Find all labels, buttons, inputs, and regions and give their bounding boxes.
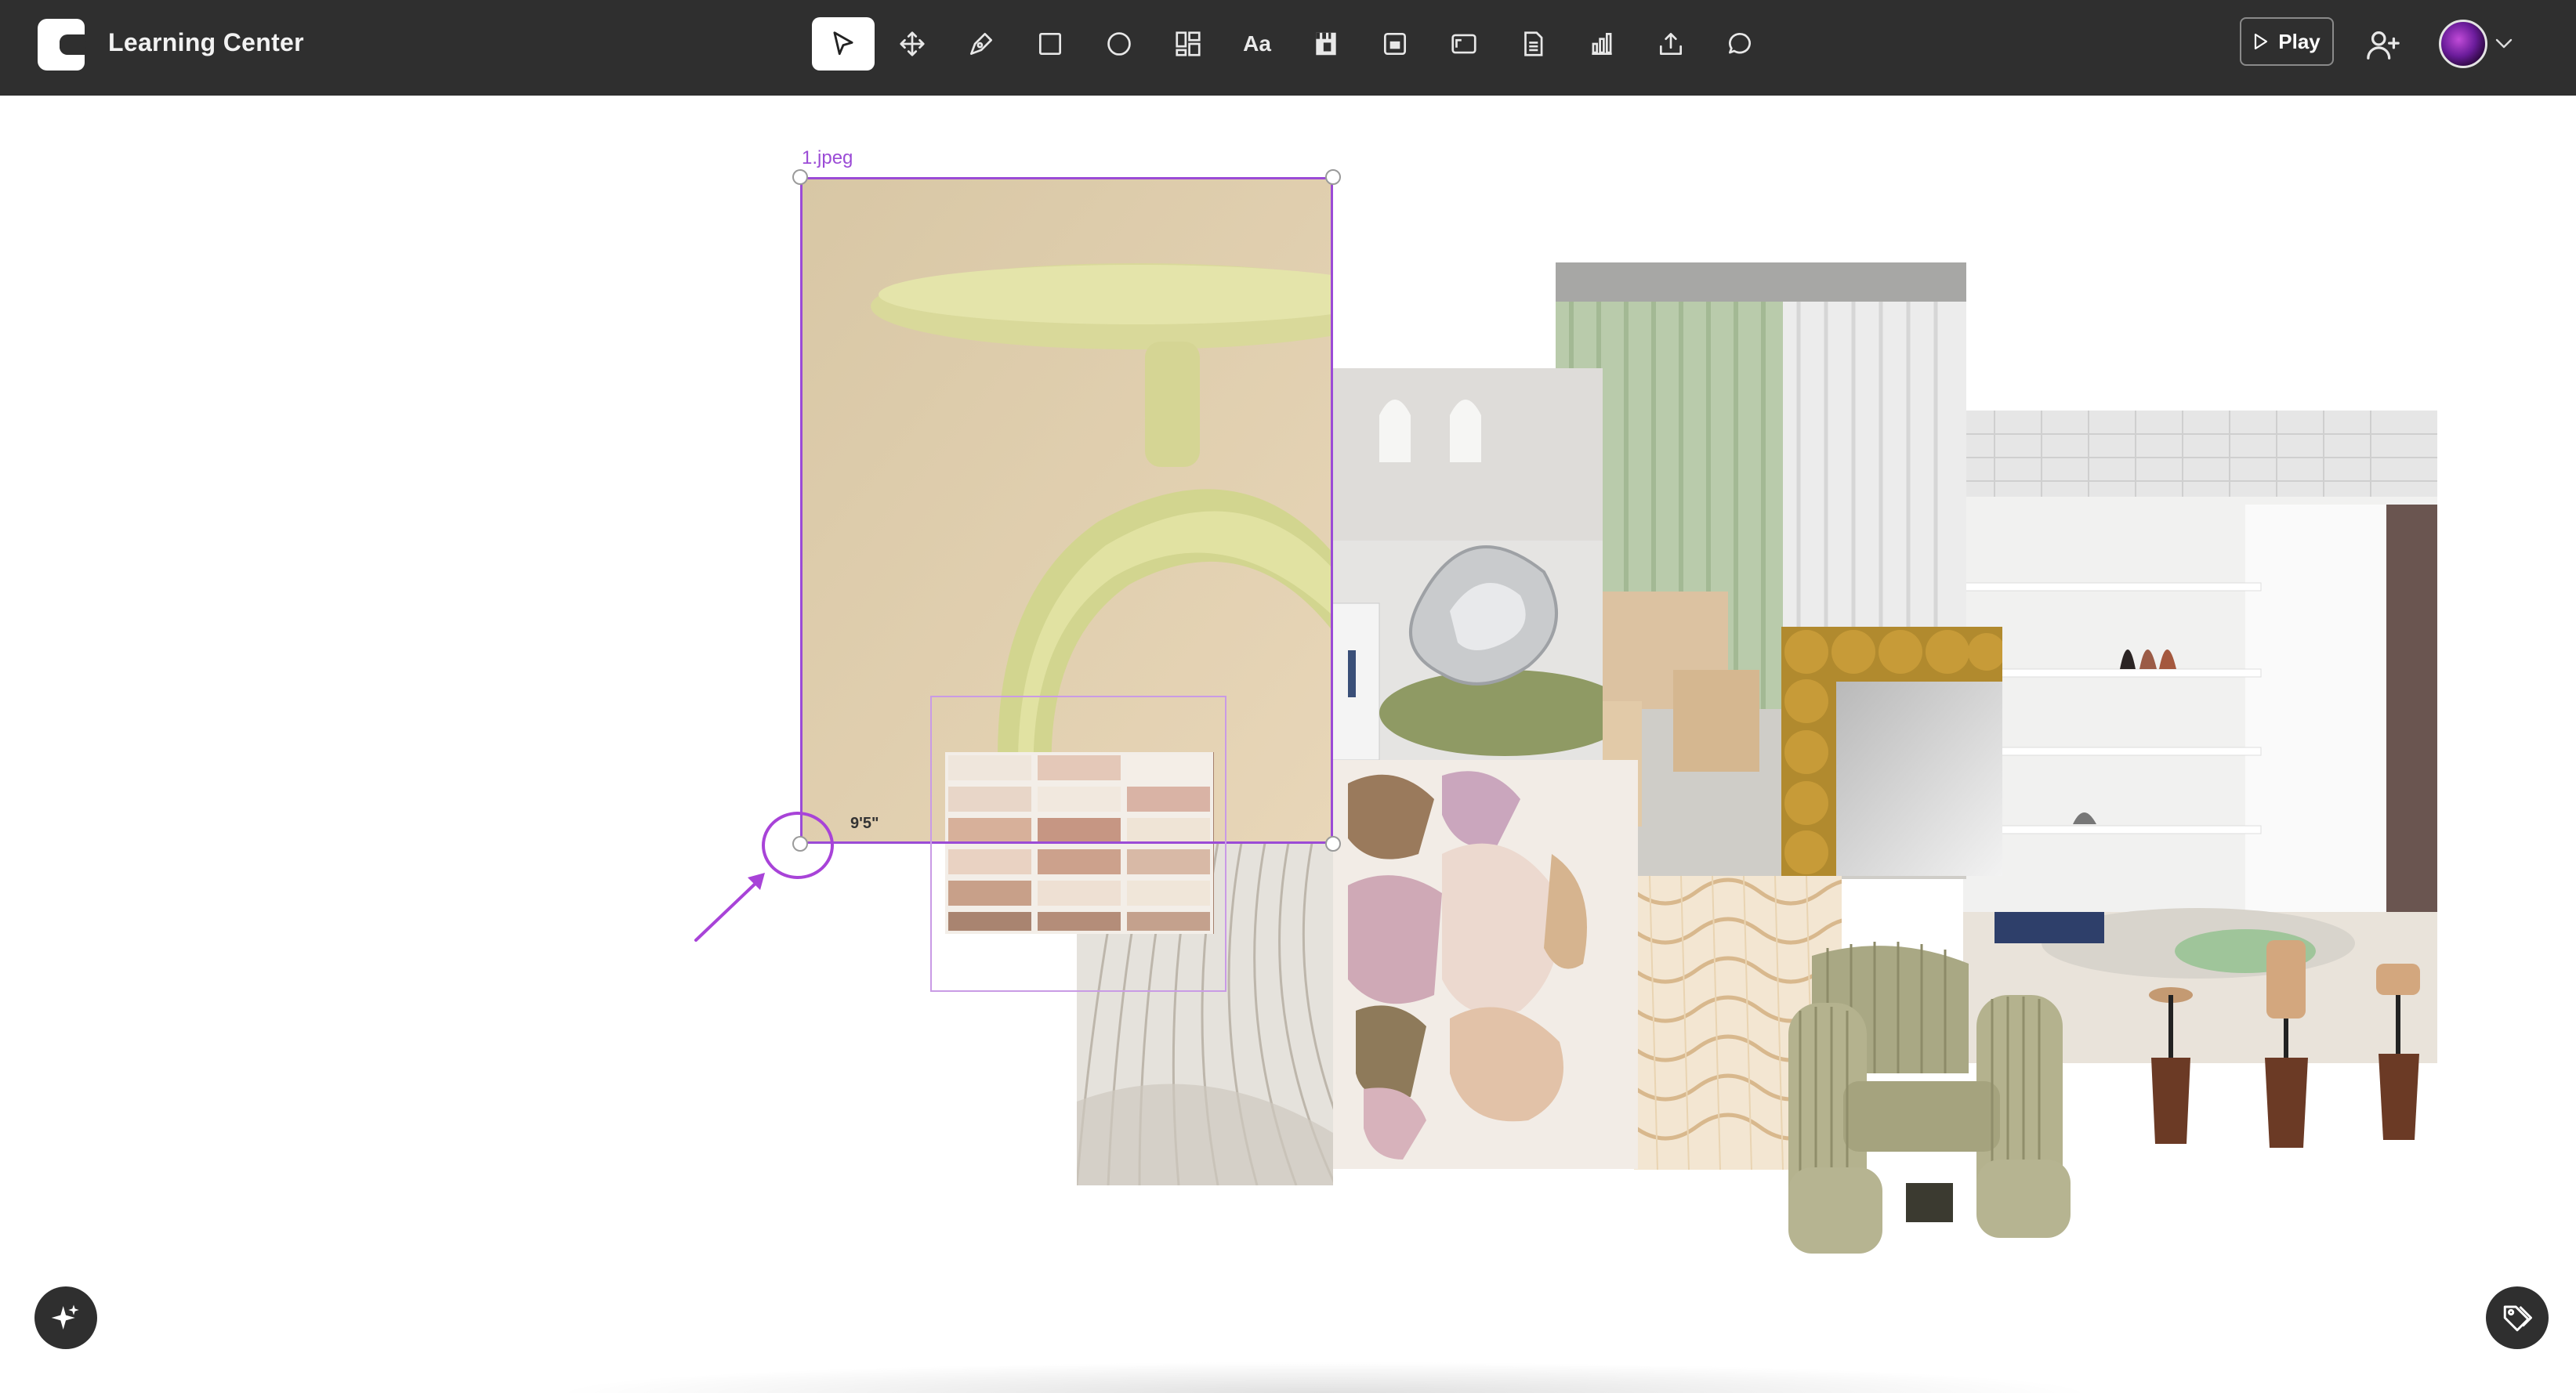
image-bobble-mirror[interactable] xyxy=(1781,627,2002,876)
selected-file-label: 1.jpeg xyxy=(802,147,853,168)
image-abstract-collage[interactable] xyxy=(1332,760,1638,1169)
canvas[interactable]: 1.jpeg 9'5" xyxy=(0,0,2576,1393)
annotation-arrow-icon xyxy=(694,873,765,942)
resize-handle-bottom-right[interactable] xyxy=(1325,836,1341,852)
resize-handle-top-right[interactable] xyxy=(1325,169,1341,185)
sparkle-icon xyxy=(51,1304,79,1330)
canvas-bottom-shadow xyxy=(549,1362,2100,1393)
tag-icon xyxy=(2503,1305,2532,1332)
resize-handle-top-left[interactable] xyxy=(792,169,808,185)
ai-assist-button[interactable] xyxy=(34,1286,97,1349)
image-side-tables[interactable] xyxy=(2139,932,2429,1160)
hover-outline xyxy=(930,696,1226,992)
image-armchair[interactable] xyxy=(1781,932,2157,1269)
dimension-label: 9'5" xyxy=(850,815,879,832)
tags-button[interactable] xyxy=(2486,1286,2549,1349)
image-silver-pouf[interactable] xyxy=(1332,368,1603,764)
